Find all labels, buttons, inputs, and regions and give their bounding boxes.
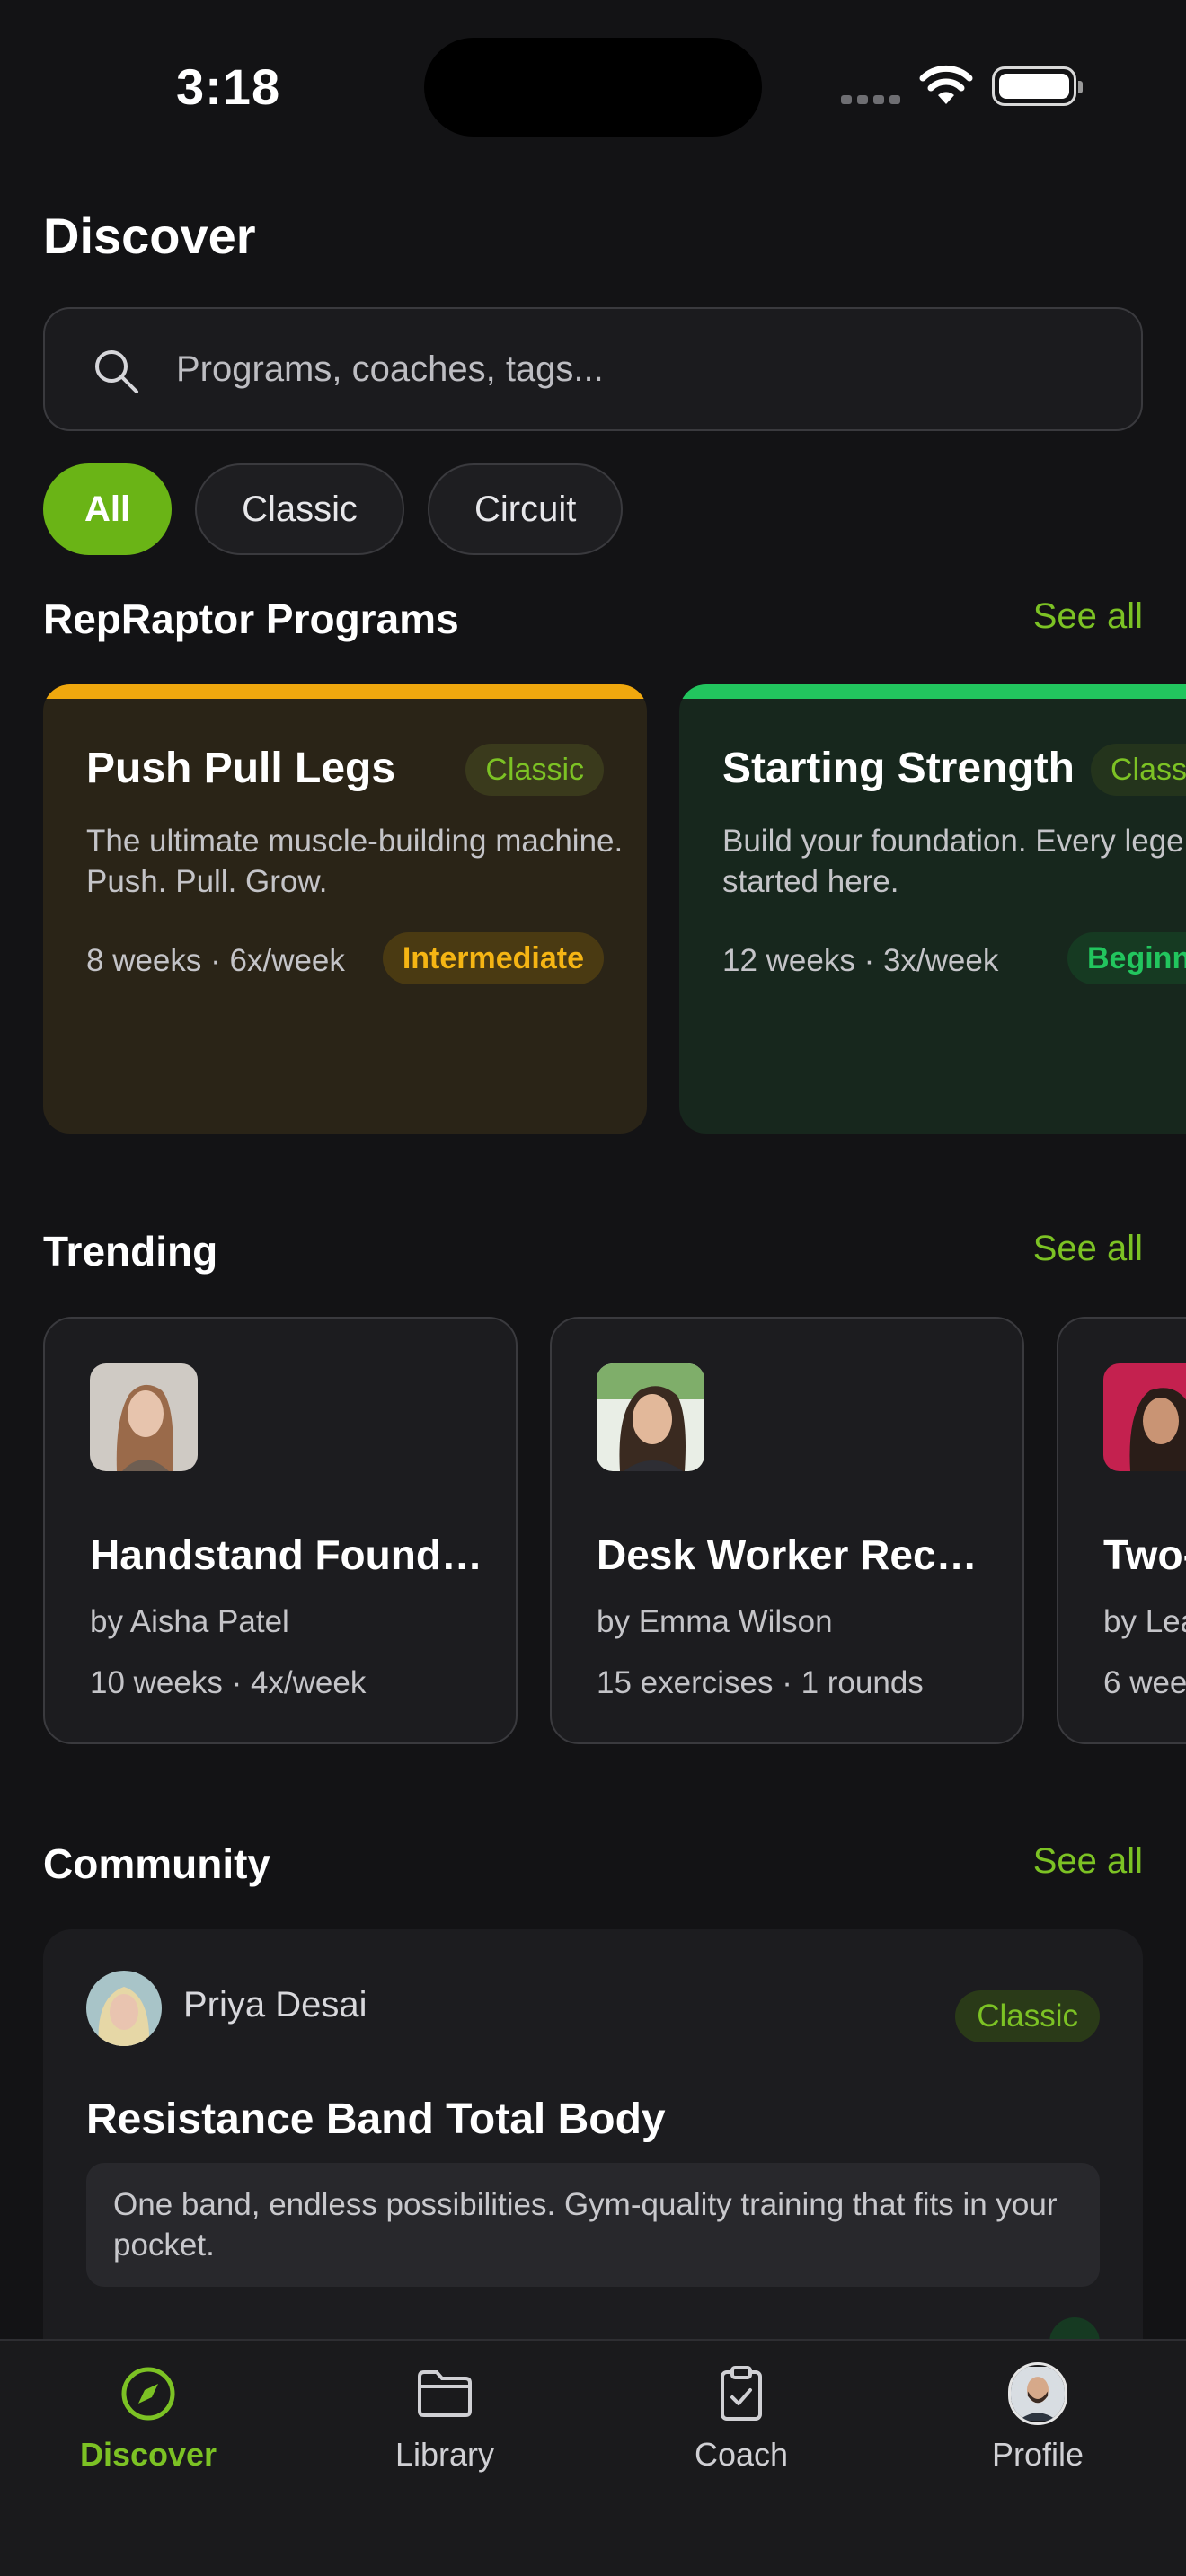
tab-library[interactable]: Library	[296, 2341, 593, 2520]
trending-author: by Lea	[1103, 1604, 1186, 1639]
program-meta: 8 weeks · 6x/week	[86, 943, 345, 978]
section-title-programs: RepRaptor Programs	[43, 595, 459, 642]
author-name: Priya Desai	[183, 1985, 367, 2025]
program-meta: 12 weeks · 3x/week	[722, 943, 999, 978]
coach-photo	[597, 1363, 704, 1471]
tab-discover[interactable]: Discover	[0, 2341, 296, 2520]
program-level-badge: Beginner	[1067, 932, 1186, 984]
filter-chips: All Classic Circuit	[43, 463, 624, 555]
trending-title: Handstand Foundations	[90, 1531, 485, 1578]
bottom-tab-bar: Discover Library Coach Profile	[0, 2339, 1186, 2576]
search-input[interactable]	[176, 309, 1111, 429]
program-description: Build your foundation. Every legend star…	[722, 824, 1186, 899]
trending-meta: 10 weeks · 4x/week	[90, 1665, 367, 1700]
filter-chip-circuit[interactable]: Circuit	[428, 463, 624, 555]
trending-author: by Aisha Patel	[90, 1604, 289, 1639]
program-tag: Classic	[1091, 744, 1186, 796]
filter-chip-classic[interactable]: Classic	[195, 463, 405, 555]
tab-label: Discover	[79, 2436, 217, 2473]
program-card[interactable]: Starting Strength Classic Build your fou…	[679, 684, 1186, 1134]
community-description: One band, endless possibilities. Gym-qua…	[86, 2163, 1100, 2287]
avatar	[1008, 2362, 1067, 2425]
program-card[interactable]: Push Pull Legs Classic The ultimate musc…	[43, 684, 647, 1134]
trending-card[interactable]: Two- by Lea 6 wee	[1057, 1317, 1186, 1744]
status-time: 3:18	[176, 58, 281, 115]
trending-author: by Emma Wilson	[597, 1604, 833, 1639]
trending-card[interactable]: Handstand Foundations by Aisha Patel 10 …	[43, 1317, 518, 1744]
program-description: The ultimate muscle-building machine. Pu…	[86, 824, 624, 899]
community-tag: Classic	[955, 1990, 1100, 2042]
coach-photo	[1103, 1363, 1186, 1471]
compass-icon	[119, 2364, 178, 2423]
tab-label: Coach	[694, 2436, 789, 2473]
dynamic-island	[424, 38, 762, 137]
tab-coach[interactable]: Coach	[593, 2341, 890, 2520]
trending-title: Two-	[1103, 1531, 1186, 1578]
program-level-badge: Intermediate	[382, 932, 604, 984]
card-accent-bar	[679, 684, 1186, 699]
author-avatar	[86, 1971, 162, 2046]
program-title: Push Pull Legs	[86, 745, 396, 792]
section-title-community: Community	[43, 1840, 270, 1887]
search-icon	[95, 350, 138, 393]
program-title: Starting Strength	[722, 745, 1075, 792]
see-all-trending-link[interactable]: See all	[1033, 1229, 1143, 1269]
tab-label: Library	[394, 2436, 495, 2473]
see-all-programs-link[interactable]: See all	[1033, 596, 1143, 637]
program-tag: Classic	[465, 744, 604, 796]
page-title: Discover	[43, 207, 256, 264]
wifi-icon	[919, 65, 973, 104]
tab-profile[interactable]: Profile	[890, 2341, 1186, 2520]
search-bar[interactable]	[43, 307, 1143, 431]
coach-photo	[90, 1363, 198, 1471]
card-accent-bar	[43, 684, 647, 699]
folder-icon	[415, 2364, 474, 2423]
trending-card[interactable]: Desk Worker Recovery by Emma Wilson 15 e…	[550, 1317, 1024, 1744]
cellular-signal-icon	[841, 95, 900, 104]
filter-chip-all[interactable]: All	[43, 463, 173, 555]
trending-title: Desk Worker Recovery	[597, 1531, 992, 1578]
see-all-community-link[interactable]: See all	[1033, 1841, 1143, 1882]
community-title: Resistance Band Total Body	[86, 2095, 666, 2143]
battery-icon	[992, 66, 1083, 106]
trending-meta: 15 exercises · 1 rounds	[597, 1665, 924, 1700]
section-title-trending: Trending	[43, 1228, 218, 1275]
clipboard-check-icon	[712, 2364, 771, 2423]
tab-label: Profile	[991, 2436, 1084, 2473]
status-bar: 3:18	[0, 0, 1186, 171]
trending-meta: 6 wee	[1103, 1665, 1186, 1700]
